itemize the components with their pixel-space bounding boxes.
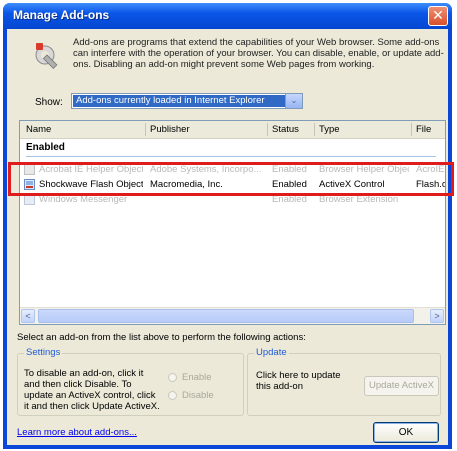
- table-row[interactable]: Acrobat IE Helper Object Adobe Systems, …: [20, 163, 445, 178]
- row-file: Flash.ocx: [416, 179, 445, 190]
- column-file[interactable]: File: [416, 124, 431, 135]
- column-name[interactable]: Name: [26, 124, 51, 135]
- row-file: AcroIEHelper.dll: [416, 164, 445, 175]
- column-status[interactable]: Status: [272, 124, 299, 135]
- row-type: Browser Extension: [319, 194, 399, 205]
- instruction-text: Select an add-on from the list above to …: [17, 332, 306, 343]
- list-header: Name Publisher Status Type File: [20, 121, 445, 139]
- column-divider[interactable]: [314, 123, 315, 136]
- update-activex-button[interactable]: Update ActiveX: [364, 376, 439, 396]
- addons-list[interactable]: Name Publisher Status Type File Enabled …: [19, 120, 446, 325]
- window-title: Manage Add-ons: [13, 8, 110, 22]
- manage-addons-window: Manage Add-ons ✕ Add-ons are programs th…: [3, 3, 452, 449]
- row-type: ActiveX Control: [319, 179, 385, 190]
- flash-addon-icon: [24, 179, 35, 190]
- title-bar[interactable]: Manage Add-ons ✕: [3, 3, 452, 29]
- scroll-right-button[interactable]: >: [430, 309, 444, 323]
- row-publisher: Macromedia, Inc.: [150, 179, 223, 190]
- learn-more-link[interactable]: Learn more about add-ons...: [17, 427, 137, 438]
- show-dropdown-value: Add-ons currently loaded in Internet Exp…: [73, 95, 286, 107]
- row-name: Acrobat IE Helper Object: [39, 164, 143, 175]
- settings-text: To disable an add-on, click it and then …: [24, 368, 160, 412]
- close-button[interactable]: ✕: [428, 6, 448, 26]
- row-name: Shockwave Flash Object: [39, 179, 143, 190]
- addon-icon: [24, 164, 35, 175]
- enable-radio-label: Enable: [182, 372, 212, 383]
- chevron-down-icon[interactable]: ⌄: [285, 94, 302, 108]
- row-type: Browser Helper Object: [319, 164, 409, 175]
- row-status: Enabled: [272, 194, 307, 205]
- row-name: Windows Messenger: [39, 194, 128, 205]
- show-dropdown[interactable]: Add-ons currently loaded in Internet Exp…: [71, 93, 303, 109]
- disable-radio-label: Disable: [182, 390, 214, 401]
- show-label: Show:: [35, 97, 63, 108]
- enable-radio-dot[interactable]: [168, 373, 177, 382]
- update-title: Update: [254, 347, 289, 358]
- column-divider[interactable]: [145, 123, 146, 136]
- table-row[interactable]: Shockwave Flash Object Macromedia, Inc. …: [20, 178, 445, 193]
- horizontal-scrollbar[interactable]: < >: [20, 307, 445, 324]
- row-publisher: Adobe Systems, Incorpo...: [150, 164, 262, 175]
- messenger-icon: [24, 194, 35, 205]
- addons-wrench-icon: [35, 43, 58, 70]
- row-status: Enabled: [272, 164, 307, 175]
- settings-title: Settings: [24, 347, 63, 358]
- ok-button[interactable]: OK: [373, 422, 439, 443]
- column-divider[interactable]: [267, 123, 268, 136]
- intro-text: Add-ons are programs that extend the cap…: [73, 37, 444, 70]
- group-divider: [26, 156, 436, 157]
- column-type[interactable]: Type: [319, 124, 340, 135]
- update-text: Click here to update this add-on: [256, 370, 341, 392]
- settings-group: Settings To disable an add-on, click it …: [17, 347, 244, 416]
- column-publisher[interactable]: Publisher: [150, 124, 190, 135]
- scroll-thumb[interactable]: [38, 309, 414, 323]
- row-status: Enabled: [272, 179, 307, 190]
- scroll-left-button[interactable]: <: [21, 309, 35, 323]
- group-enabled: Enabled: [26, 142, 65, 153]
- table-row[interactable]: Windows Messenger Enabled Browser Extens…: [20, 193, 445, 208]
- column-divider[interactable]: [411, 123, 412, 136]
- update-group: Update Click here to update this add-on …: [247, 347, 441, 416]
- disable-radio-dot[interactable]: [168, 391, 177, 400]
- dialog-body: Add-ons are programs that extend the cap…: [7, 29, 448, 445]
